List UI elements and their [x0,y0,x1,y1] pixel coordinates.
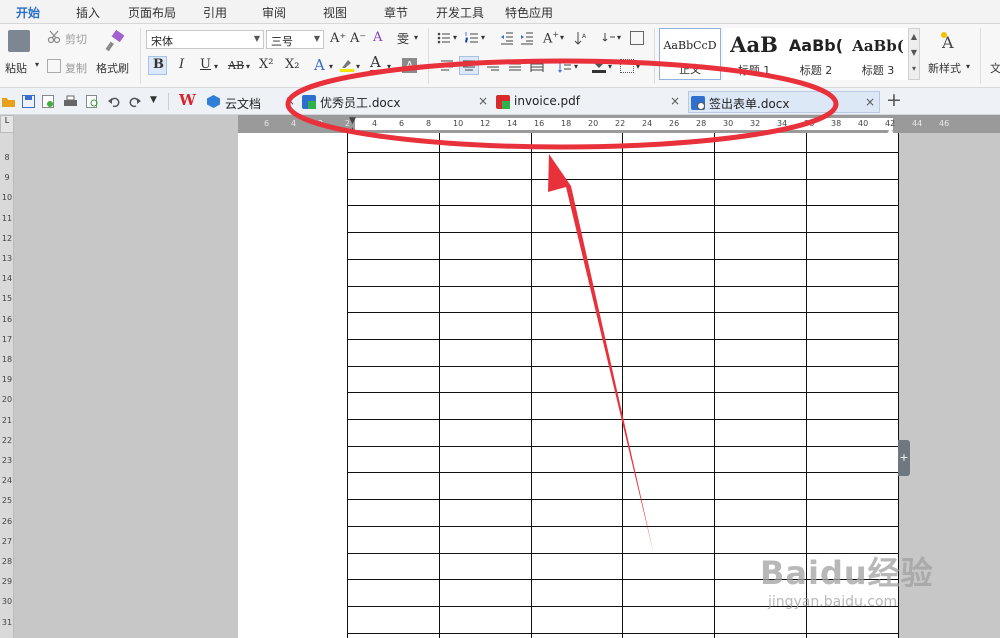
highlight-ellipse [285,58,839,150]
watermark-brand: Baidu经验 [760,554,934,592]
pointer-arrow [548,154,654,555]
watermark-url: jingyan.baidu.com [768,594,898,610]
red-annotation-overlay [285,58,839,555]
baidu-watermark: Baidu经验 jingyan.baidu.com [760,548,934,610]
wps-writer-window: 开始 插入 页面布局 引用 审阅 视图 章节 开发工具 特色应用 粘贴 ▾ 剪切… [0,0,1000,638]
